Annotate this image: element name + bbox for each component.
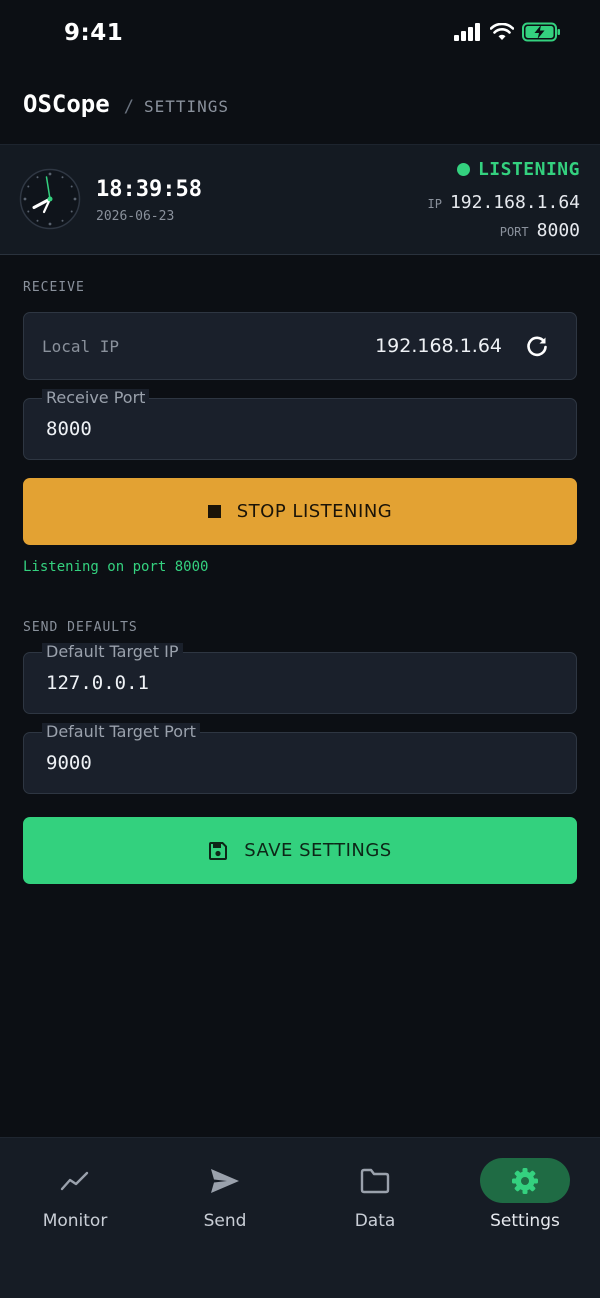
nav-label-data: Data: [354, 1211, 396, 1231]
breadcrumb-separator: /: [123, 97, 134, 117]
port-label: PORT: [499, 225, 529, 239]
ip-value: 192.168.1.64: [449, 192, 580, 213]
wifi-icon: [490, 23, 514, 40]
stop-icon: [207, 505, 221, 518]
default-target-port-label: Default Target Port: [42, 723, 200, 741]
send-icon: [211, 1168, 239, 1193]
local-ip-label: Local IP: [42, 337, 120, 356]
default-target-ip-input[interactable]: Default Target IP 127.0.0.1: [23, 643, 577, 714]
stop-listening-button[interactable]: STOP LISTENING: [23, 478, 577, 545]
save-icon: [209, 841, 228, 860]
bottom-nav: Monitor Send Data Settings: [0, 1137, 600, 1298]
local-ip-field: Local IP 192.168.1.64: [23, 312, 577, 380]
port-readout: PORT 8000: [500, 220, 580, 241]
status-panel: 18:39:58 2026-06-23 LISTENING IP 192.168…: [0, 144, 600, 255]
listening-status: LISTENING: [456, 159, 580, 180]
default-target-ip-label: Default Target IP: [42, 643, 183, 661]
battery-charging-icon: [522, 22, 560, 42]
receive-port-input[interactable]: Receive Port 8000: [23, 389, 577, 460]
nav-item-settings[interactable]: Settings: [450, 1138, 600, 1248]
section-title-receive: RECEIVE: [23, 280, 85, 295]
refresh-icon[interactable]: [524, 334, 550, 360]
status-bar: 9:41: [0, 0, 600, 70]
default-target-port-value: 9000: [46, 752, 92, 774]
signal-icon: [454, 23, 480, 41]
nav-label-monitor: Monitor: [42, 1211, 108, 1231]
clock-icon: [19, 168, 81, 230]
local-ip-value: 192.168.1.64: [375, 335, 502, 357]
ip-readout: IP 192.168.1.64: [428, 192, 581, 213]
receive-port-label: Receive Port: [42, 389, 150, 407]
gear-icon: [512, 1167, 538, 1194]
save-settings-button[interactable]: SAVE SETTINGS: [23, 817, 577, 884]
default-target-ip-value: 127.0.0.1: [46, 672, 149, 694]
current-time: 18:39:58: [96, 177, 202, 202]
nav-label-send: Send: [203, 1211, 247, 1231]
status-text: LISTENING: [477, 159, 580, 180]
ip-label: IP: [427, 197, 442, 211]
page-title: SETTINGS: [143, 97, 230, 116]
status-dot-icon: [456, 163, 470, 176]
nav-item-send[interactable]: Send: [150, 1138, 300, 1248]
nav-label-settings: Settings: [490, 1211, 560, 1231]
breadcrumb: OSCope / SETTINGS: [23, 90, 229, 118]
app-name: OSCope: [23, 90, 110, 118]
port-value: 8000: [536, 220, 580, 241]
receive-port-value: 8000: [46, 418, 92, 440]
nav-item-monitor[interactable]: Monitor: [0, 1138, 150, 1248]
current-date: 2026-06-23: [96, 209, 175, 224]
status-icons: [454, 22, 562, 42]
nav-item-data[interactable]: Data: [300, 1138, 450, 1248]
stop-listening-label: STOP LISTENING: [236, 501, 393, 522]
section-title-send-defaults: SEND DEFAULTS: [23, 620, 138, 635]
folder-icon: [360, 1168, 390, 1193]
default-target-port-input[interactable]: Default Target Port 9000: [23, 723, 577, 794]
status-time: 9:41: [64, 20, 124, 46]
listening-message: Listening on port 8000: [23, 559, 209, 575]
chart-line-icon: [60, 1171, 89, 1190]
save-settings-label: SAVE SETTINGS: [244, 840, 392, 861]
